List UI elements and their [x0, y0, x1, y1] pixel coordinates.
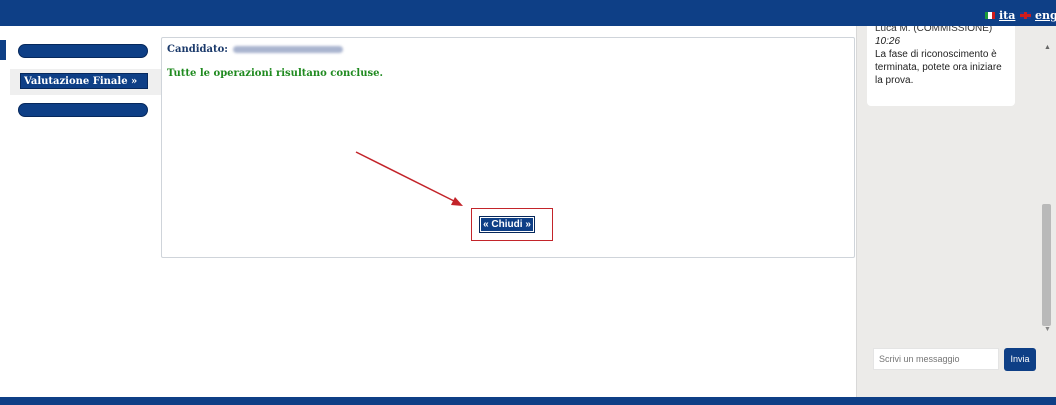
chat-message-time: 10:26 [875, 36, 901, 47]
chat-scrollbar-thumb[interactable] [1042, 204, 1051, 326]
candidate-label: Candidato: [167, 44, 228, 55]
close-button[interactable]: « Chiudi » [479, 216, 535, 233]
sidebar: Valutazione Finale » [10, 26, 162, 397]
main-panel: Candidato: Tutte le operazioni risultano… [161, 37, 855, 258]
chat-message: Luca M. (COMMISSIONE) 10:26 La fase di r… [867, 26, 1015, 106]
bottom-bar [0, 397, 1056, 405]
chat-send-button[interactable]: Invia [1004, 348, 1036, 371]
scroll-up-arrow-icon[interactable]: ▲ [1044, 44, 1051, 51]
chat-message-sender: Luca M. (COMMISSIONE) [875, 26, 993, 34]
left-edge-marker [0, 40, 6, 60]
chat-message-text: La fase di riconoscimento è terminata, p… [875, 49, 1002, 86]
nav-valutazione-finale-button[interactable]: Valutazione Finale » [20, 73, 148, 89]
lang-eng-label: eng [1035, 9, 1056, 22]
candidate-name-redacted [232, 46, 343, 53]
lang-eng-link[interactable]: eng [1020, 9, 1056, 22]
lang-ita-link[interactable]: ita [985, 9, 1015, 22]
left-edge [0, 26, 6, 405]
status-message: Tutte le operazioni risultano concluse. [167, 68, 383, 79]
scroll-down-arrow-icon[interactable]: ▼ [1044, 326, 1051, 333]
chat-panel: Luca M. (COMMISSIONE) 10:26 La fase di r… [856, 26, 1056, 397]
candidate-line: Candidato: [167, 44, 343, 55]
lang-ita-label: ita [999, 9, 1016, 22]
chat-message-input[interactable] [873, 348, 999, 370]
top-header-bar: ita eng [0, 0, 1056, 26]
sidebar-pill-bottom [18, 103, 148, 117]
italy-flag-icon [985, 12, 995, 19]
sidebar-pill-top [18, 44, 148, 58]
uk-flag-icon [1020, 12, 1031, 19]
